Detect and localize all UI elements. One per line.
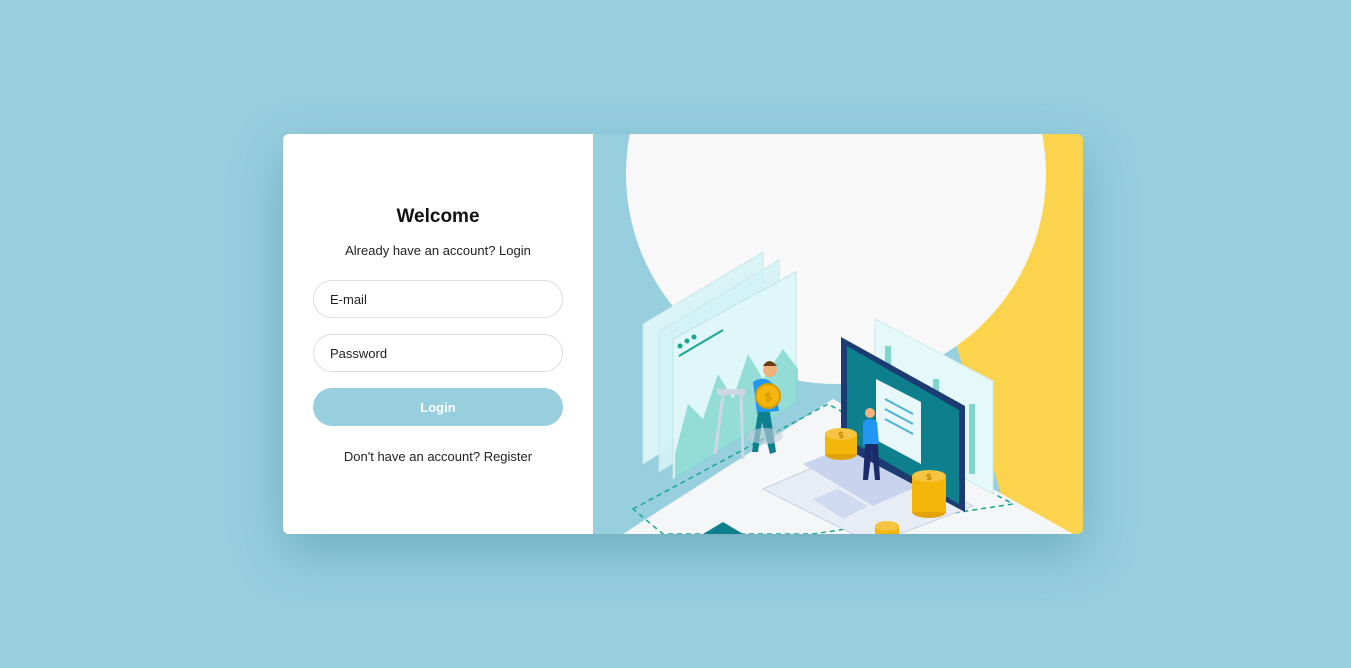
stool: [717, 389, 745, 395]
login-card: Welcome Already have an account? Login L…: [283, 134, 1083, 534]
coin-stack-left: $: [825, 428, 857, 460]
person-head: [865, 408, 875, 418]
dollar-icon: $: [764, 390, 772, 404]
coin-stack-right: $: [912, 470, 946, 518]
screen-dot: [684, 338, 690, 344]
login-prompt[interactable]: Already have an account? Login: [283, 243, 593, 258]
illustration-panel: $ $ $: [593, 134, 1083, 534]
coin-stack-bottom: [875, 521, 899, 534]
page-title: Welcome: [396, 206, 480, 227]
email-field[interactable]: [313, 280, 563, 318]
register-link[interactable]: Don't have an account? Register: [283, 449, 593, 464]
screen-dot: [677, 343, 683, 349]
bar: [969, 404, 975, 474]
svg-text:$: $: [926, 473, 932, 483]
login-form: Welcome Already have an account? Login L…: [283, 134, 593, 534]
password-field[interactable]: [313, 334, 563, 372]
login-button[interactable]: Login: [313, 388, 563, 426]
screen-dot: [691, 334, 697, 340]
finance-illustration: $ $ $: [623, 134, 1083, 534]
stool-leg: [739, 394, 745, 460]
shadow: [747, 428, 783, 444]
svg-text:$: $: [838, 431, 844, 441]
person-body: [863, 419, 879, 446]
